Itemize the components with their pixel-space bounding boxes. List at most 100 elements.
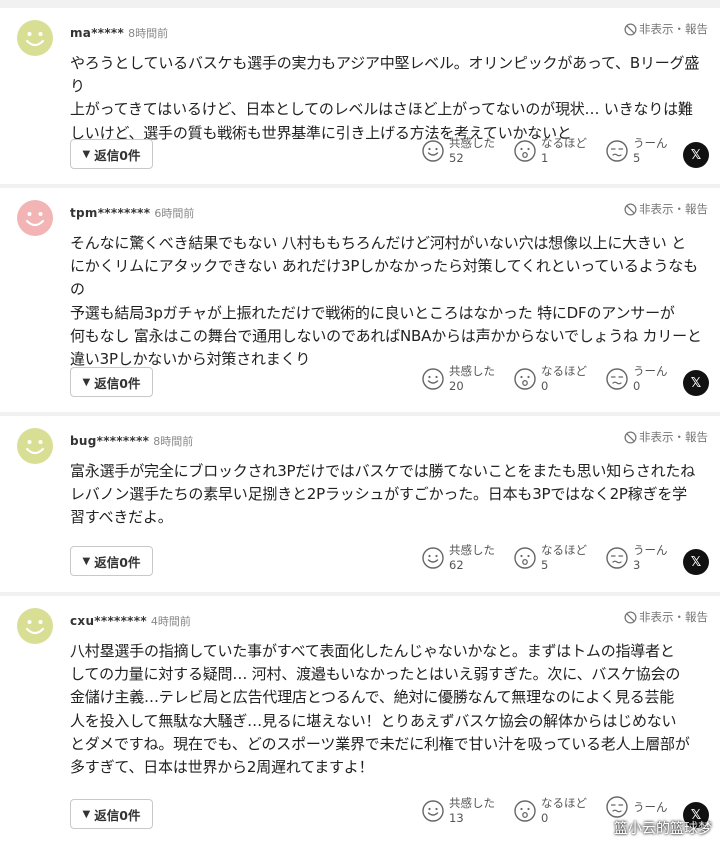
reaction-hmm-label: うーん (633, 364, 668, 378)
comment-line: 習すべきだよ。 (70, 508, 173, 527)
reaction-hmm-button[interactable]: うーん 0 (606, 364, 668, 394)
reply-button[interactable]: ▼ 返信0件 (70, 139, 153, 169)
reaction-empathy-count: 20 (449, 379, 464, 393)
hmm-face-icon (606, 547, 628, 569)
convinced-face-icon (514, 547, 536, 569)
username[interactable]: tpm******** (70, 206, 150, 220)
reaction-hmm-count: 5 (633, 151, 641, 165)
reply-button[interactable]: ▼ 返信0件 (70, 367, 153, 397)
reaction-convinced-button[interactable]: なるほど 0 (514, 796, 587, 826)
timestamp: 6時間前 (154, 207, 195, 220)
reaction-convinced-text: なるほど 0 (541, 796, 587, 826)
reaction-hmm-count: 0 (633, 379, 641, 393)
reaction-convinced-button[interactable]: なるほど 1 (514, 136, 587, 166)
avatar (17, 20, 53, 56)
empathy-face-icon (422, 368, 444, 390)
reaction-convinced-count: 0 (541, 811, 549, 825)
reaction-convinced-label: なるほど (541, 796, 587, 810)
x-share-button[interactable]: 𝕏 (683, 142, 709, 168)
comment-meta: tpm******** 6時間前 (70, 205, 194, 222)
hide-report-link[interactable]: 非表示・報告 (624, 429, 708, 445)
comment-list: ma***** 8時間前 非表示・報告 やろうとしているバスケも選手の実力もアジア中堅… (0, 0, 720, 846)
x-share-button[interactable]: 𝕏 (683, 370, 709, 396)
comment-card: cxu******** 4時間前 非表示・報告八村塁選手の指摘していた事がすべて表面… (0, 596, 720, 846)
reaction-convinced-count: 1 (541, 151, 549, 165)
empathy-face-icon (422, 547, 444, 569)
reaction-hmm-button[interactable]: うーん 5 (606, 136, 668, 166)
reaction-hmm-button[interactable]: うーん 3 (606, 543, 668, 573)
hide-report-link[interactable]: 非表示・報告 (624, 201, 708, 217)
username[interactable]: ma***** (70, 26, 124, 40)
avatar (17, 608, 53, 644)
comment-body: 富永選手が完全にブロックされ3Pだけではバスケでは勝てないことをまたも思い知らさ… (70, 460, 710, 530)
reaction-empathy-button[interactable]: 共感した 13 (422, 796, 495, 826)
comment-line: 人を投入して無駄な大騒ぎ…見るに堪えない！とりあえずバスケ協会の解体からはじめな… (70, 711, 677, 730)
reaction-hmm-text: うーん 0 (633, 364, 668, 394)
username[interactable]: bug******** (70, 434, 149, 448)
caret-down-icon: ▼ (82, 808, 91, 820)
reaction-hmm-label: うーん (633, 543, 668, 557)
reaction-empathy-text: 共感した 20 (449, 364, 495, 394)
reaction-convinced-label: なるほど (541, 543, 587, 557)
hmm-face-icon (606, 140, 628, 162)
reaction-convinced-label: なるほど (541, 136, 587, 150)
hide-report-label: 非表示・報告 (639, 202, 708, 216)
x-logo-icon: 𝕏 (690, 375, 702, 391)
convinced-face-icon (514, 800, 536, 822)
username[interactable]: cxu******** (70, 614, 147, 628)
reply-button[interactable]: ▼ 返信0件 (70, 546, 153, 576)
reaction-empathy-label: 共感した (449, 543, 495, 557)
reaction-convinced-button[interactable]: なるほど 0 (514, 364, 587, 394)
avatar (17, 428, 53, 464)
reaction-empathy-label: 共感した (449, 136, 495, 150)
comment-meta: ma***** 8時間前 (70, 25, 168, 42)
caret-down-icon: ▼ (82, 376, 91, 388)
empathy-face-icon (422, 140, 444, 162)
reaction-hmm-label: うーん (633, 136, 668, 150)
reaction-empathy-text: 共感した 62 (449, 543, 495, 573)
comment-line: レバノン選手たちの素早い足捌きと2Pラッシュがすごかった。日本も3Pではなく2P… (70, 485, 687, 504)
reaction-empathy-button[interactable]: 共感した 52 (422, 136, 495, 166)
reaction-empathy-count: 52 (449, 151, 464, 165)
reaction-convinced-text: なるほど 0 (541, 364, 587, 394)
timestamp: 4時間前 (150, 615, 191, 628)
hide-icon (624, 22, 637, 36)
x-logo-icon: 𝕏 (690, 554, 702, 570)
timestamp: 8時間前 (128, 27, 169, 40)
comment-body: 八村塁選手の指摘していた事がすべて表面化したんじゃないかなと。まずはトムの指導者… (70, 640, 710, 779)
caret-down-icon: ▼ (82, 148, 91, 160)
reaction-convinced-button[interactable]: なるほど 5 (514, 543, 587, 573)
reply-button[interactable]: ▼ 返信0件 (70, 799, 153, 829)
comment-line: 上がってきてはいるけど、日本としてのレベルはさほど上がってないのが現状… いきな… (70, 100, 693, 119)
reaction-convinced-text: なるほど 5 (541, 543, 587, 573)
reaction-hmm-count: 3 (633, 558, 641, 572)
reaction-hmm-text: うーん 5 (633, 136, 668, 166)
comment-card: bug******** 8時間前 非表示・報告富永選手が完全にブロックされ3Pだけで… (0, 416, 720, 592)
watermark: 篮小云的篮球梦 (614, 821, 712, 837)
empathy-face-icon (422, 800, 444, 822)
reaction-empathy-count: 62 (449, 558, 464, 572)
hide-report-link[interactable]: 非表示・報告 (624, 609, 708, 625)
convinced-face-icon (514, 368, 536, 390)
comment-line: 富永選手が完全にブロックされ3Pだけではバスケでは勝てないことをまたも思い知らさ… (70, 462, 695, 480)
reply-label: 返信0件 (94, 147, 141, 163)
avatar (17, 200, 53, 236)
hide-icon (624, 202, 637, 216)
hide-report-link[interactable]: 非表示・報告 (624, 21, 708, 37)
hmm-face-icon (606, 368, 628, 390)
hide-report-label: 非表示・報告 (639, 22, 708, 36)
comment-line: 予選も結局3pガチャが上振れただけで戦術的に良いところはなかった 特にDFのアン… (70, 303, 675, 322)
reaction-empathy-button[interactable]: 共感した 20 (422, 364, 495, 394)
comment-line: 多すぎて、日本は世界から2周遅れてますよ！ (70, 758, 374, 777)
x-share-button[interactable]: 𝕏 (683, 549, 709, 575)
comment-meta: bug******** 8時間前 (70, 433, 193, 450)
comment-line: 何もなし 富永はこの舞台で通用しないのであればNBAからは声かからないでしょうね… (70, 326, 702, 345)
reaction-empathy-button[interactable]: 共感した 62 (422, 543, 495, 573)
comment-meta: cxu******** 4時間前 (70, 613, 191, 630)
reaction-convinced-text: なるほど 1 (541, 136, 587, 166)
hide-report-label: 非表示・報告 (639, 610, 708, 624)
x-logo-icon: 𝕏 (690, 147, 702, 163)
reaction-hmm-button[interactable]: うーん (606, 796, 668, 818)
convinced-face-icon (514, 140, 536, 162)
comment-line: とダメですね。現在でも、どのスポーツ業界で未だに利権で甘い汁を吸っている老人上層… (70, 734, 690, 753)
